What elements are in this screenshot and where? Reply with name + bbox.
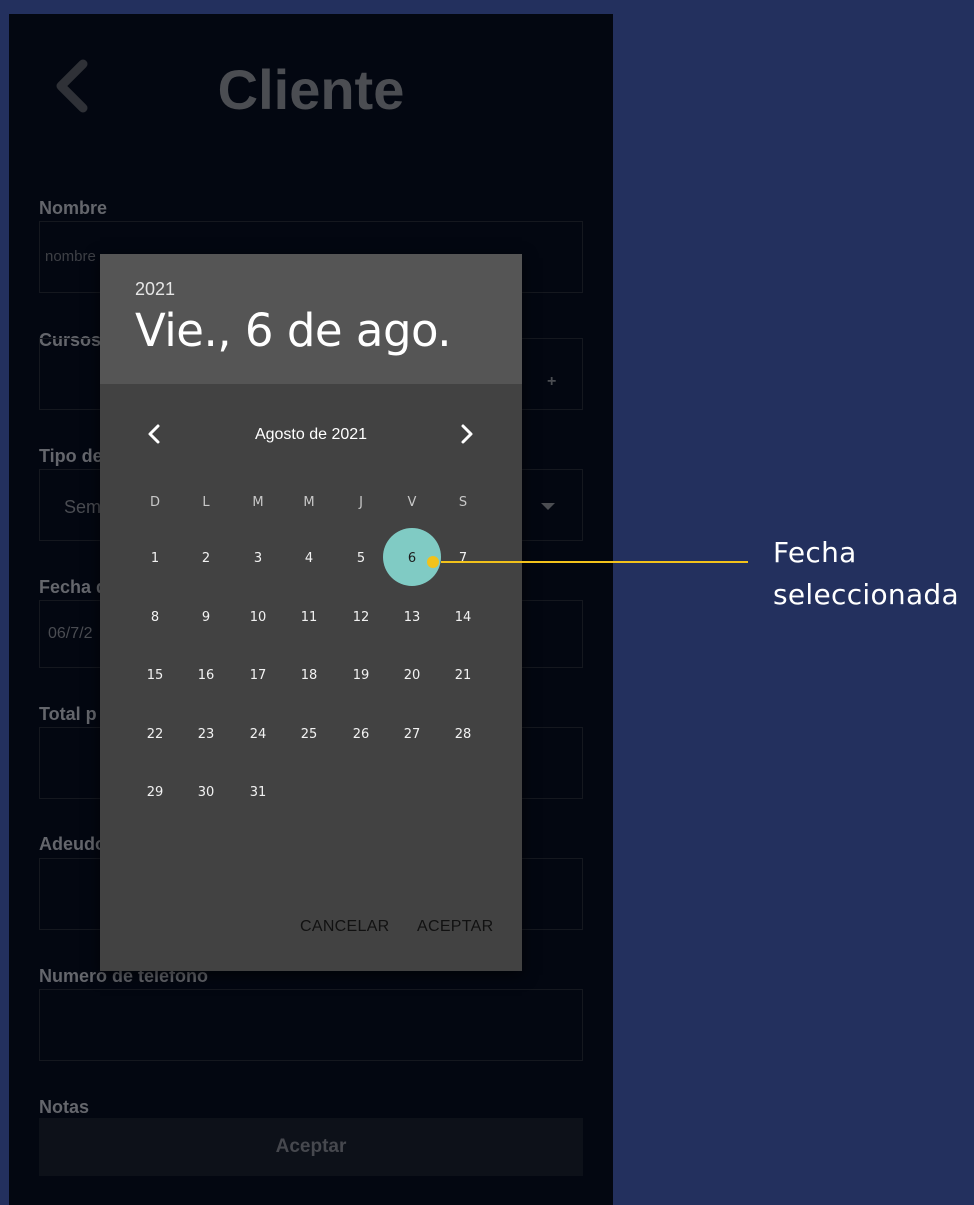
calendar-day-selected[interactable]: 6 — [392, 551, 432, 566]
annotation-line — [441, 561, 748, 563]
calendar-day[interactable]: 1 — [135, 551, 175, 566]
calendar-day[interactable]: 13 — [392, 610, 432, 625]
tipo-label: Tipo de — [39, 446, 103, 466]
aceptar-button-label: Aceptar — [275, 1136, 347, 1157]
annotation-dot — [427, 556, 439, 568]
fecha-value: 06/7/2 — [48, 625, 93, 642]
calendar-day[interactable]: 12 — [341, 610, 381, 625]
calendar-day[interactable]: 4 — [289, 551, 329, 566]
total-label: Total p — [39, 704, 97, 724]
weekday-label: V — [407, 495, 417, 510]
calendar-day[interactable]: 22 — [135, 727, 175, 742]
calendar-day[interactable]: 10 — [238, 610, 278, 625]
nombre-label: Nombre — [39, 198, 108, 218]
add-curso-button[interactable]: + — [547, 373, 556, 391]
calendar-day[interactable]: 28 — [443, 727, 483, 742]
weekday-label: M — [303, 495, 315, 510]
chevron-right-icon[interactable] — [455, 420, 479, 448]
notas-label: Notas — [39, 1097, 90, 1117]
adeudo-label: Adeudo — [39, 834, 106, 854]
date-picker-header: 2021 Vie., 6 de ago. — [100, 254, 522, 384]
calendar-day[interactable]: 19 — [341, 668, 381, 683]
nombre-placeholder: nombre — [45, 248, 96, 265]
weekday-label: S — [458, 495, 468, 510]
calendar-day[interactable]: 5 — [341, 551, 381, 566]
calendar-day[interactable]: 30 — [186, 785, 226, 800]
calendar-day[interactable]: 27 — [392, 727, 432, 742]
calendar-day[interactable]: 20 — [392, 668, 432, 683]
calendar-day[interactable]: 31 — [238, 785, 278, 800]
date-picker-dialog: 2021 Vie., 6 de ago. Agosto de 2021 D L … — [100, 254, 522, 971]
calendar-day[interactable]: 18 — [289, 668, 329, 683]
calendar-day[interactable]: 2 — [186, 551, 226, 566]
calendar-day[interactable]: 14 — [443, 610, 483, 625]
calendar-day[interactable]: 23 — [186, 727, 226, 742]
calendar-day[interactable]: 24 — [238, 727, 278, 742]
fecha-label: Fecha d — [39, 577, 108, 597]
page-title: Cliente — [217, 58, 405, 121]
telefono-input[interactable] — [39, 989, 583, 1061]
weekday-label: D — [149, 495, 160, 510]
caret-down-icon[interactable] — [541, 503, 555, 510]
weekday-label: J — [359, 495, 363, 510]
calendar-day[interactable]: 16 — [186, 668, 226, 683]
calendar-day[interactable]: 9 — [186, 610, 226, 625]
annotation-text-line1: Fecha — [773, 536, 857, 569]
calendar-day[interactable]: 3 — [238, 551, 278, 566]
calendar-day[interactable]: 29 — [135, 785, 175, 800]
cancel-button[interactable]: CANCELAR — [300, 918, 390, 936]
calendar-day[interactable]: 11 — [289, 610, 329, 625]
calendar-day[interactable]: 8 — [135, 610, 175, 625]
calendar-day[interactable]: 26 — [341, 727, 381, 742]
calendar-day[interactable]: 25 — [289, 727, 329, 742]
year-label[interactable]: 2021 — [135, 279, 175, 300]
ok-button[interactable]: ACEPTAR — [417, 918, 493, 936]
tipo-value: Sem — [64, 497, 102, 517]
weekday-label: L — [202, 495, 210, 510]
selected-date-label: Vie., 6 de ago. — [135, 304, 452, 357]
calendar-day[interactable]: 21 — [443, 668, 483, 683]
calendar-day[interactable]: 7 — [443, 551, 483, 566]
calendar-day[interactable]: 17 — [238, 668, 278, 683]
weekday-label: M — [252, 495, 264, 510]
aceptar-button[interactable]: Aceptar — [39, 1118, 583, 1176]
calendar-day[interactable]: 15 — [135, 668, 175, 683]
annotation-text-line2: seleccionada — [773, 578, 959, 611]
